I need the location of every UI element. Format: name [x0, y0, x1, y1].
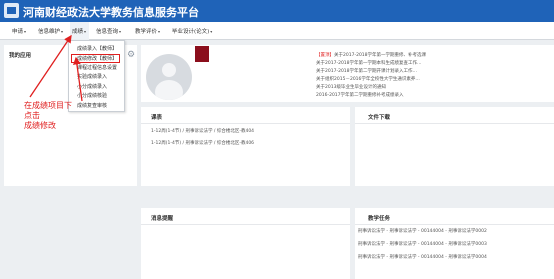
nav-teaching-eval[interactable]: 教学评价▾	[135, 27, 160, 35]
menu-item-grade-modify[interactable]: 成绩修改【教师】	[71, 54, 121, 63]
university-logo-icon	[4, 3, 19, 18]
message-reminder-title: 消息提醒	[151, 216, 174, 222]
nav-info-query[interactable]: 信息查询▾	[96, 27, 121, 35]
course-schedule-title: 课表	[151, 115, 163, 121]
news-item[interactable]: 关于2017-2018学年第一学期本科生成绩复查工作…	[316, 60, 422, 66]
chevron-down-icon: ▾	[119, 29, 122, 34]
news-text: 关于2013级毕业生毕业设计的通知	[316, 85, 386, 90]
news-item[interactable]: 2016-2017学年第二学期重修补考成绩录入	[316, 92, 404, 98]
news-item[interactable]: 关于2013级毕业生毕业设计的通知	[316, 84, 386, 90]
gear-icon[interactable]: ⚙	[127, 51, 136, 60]
news-item[interactable]: 【置顶】关于2017-2018学年第一学期重修、补考选课	[316, 52, 426, 58]
menu-item-sub-score-verify[interactable]: 小分成绩核验	[77, 92, 107, 99]
grades-dropdown-menu: 成绩录入【教师】 成绩修改【教师】 课程过程信息设置 实验成绩录入 小分成绩录入…	[68, 40, 125, 112]
teaching-task-title: 教学任务	[368, 216, 391, 222]
nav-grades[interactable]: 成绩▾	[70, 22, 90, 40]
file-download-title: 文件下载	[368, 115, 391, 121]
menu-item-course-process-settings[interactable]: 课程过程信息设置	[77, 64, 117, 71]
file-download-panel: 文件下载	[355, 107, 554, 186]
news-text: 2016-2017学年第二学期重修补考成绩录入	[316, 93, 404, 98]
course-schedule-panel: 课表	[141, 107, 350, 186]
my-apps-title: 我的应用	[9, 53, 32, 59]
chevron-down-icon: ▾	[84, 29, 87, 34]
news-text: 关于2017-2018学年第一学期重修、补考选课	[334, 53, 427, 58]
avatar	[146, 54, 192, 100]
annotation-line: 成绩修改	[24, 121, 56, 130]
divider	[141, 224, 350, 225]
nav-teaching-eval-label: 教学评价	[135, 29, 158, 35]
nav-apply-label: 申请	[12, 29, 24, 35]
news-text: 关于2017-2018学年第二学期开课计划录入工作…	[316, 69, 418, 74]
nav-info-query-label: 信息查询	[96, 29, 119, 35]
chevron-down-icon: ▾	[210, 29, 213, 34]
course-item[interactable]: 1-12周(1-4节) / 刑事诉讼法学 / 综合楼北区-教404	[151, 128, 254, 134]
profile-badge	[195, 46, 209, 62]
news-text: 关于组织2015－2016学年全校性大学生通识素养…	[316, 77, 420, 82]
chevron-down-icon: ▾	[158, 29, 161, 34]
task-item[interactable]: 刑事诉讼法学 - 刑事诉讼法学 - 00144004 - 刑事诉讼法学0002	[358, 228, 487, 234]
task-item[interactable]: 刑事诉讼法学 - 刑事诉讼法学 - 00144004 - 刑事诉讼法学0003	[358, 241, 487, 247]
annotation-line: 点击	[24, 111, 40, 120]
nav-apply[interactable]: 申请▾	[12, 27, 26, 35]
menu-item-lab-grade-entry[interactable]: 实验成绩录入	[77, 73, 107, 80]
menu-item-grade-review-approval[interactable]: 成绩复查审核	[77, 102, 107, 109]
nav-grades-label: 成绩	[72, 29, 84, 35]
app-title: 河南财经政法大学教务信息服务平台	[23, 6, 199, 19]
news-item[interactable]: 关于2017-2018学年第二学期开课计划录入工作…	[316, 68, 417, 74]
nav-info-maintain[interactable]: 信息维护▾	[38, 27, 63, 35]
top-header: 河南财经政法大学教务信息服务平台	[0, 0, 554, 22]
course-item[interactable]: 1-12周(1-4节) / 刑事诉讼法学 / 综合楼北区-教406	[151, 140, 254, 146]
news-item[interactable]: 关于组织2015－2016学年全校性大学生通识素养…	[316, 76, 420, 82]
nav-graduation-design-label: 毕业设计(论文)	[172, 29, 210, 35]
divider	[141, 123, 350, 124]
main-navbar: 申请▾ 信息维护▾ 成绩▾ 信息查询▾ 教学评价▾ 毕业设计(论文)▾	[0, 22, 554, 40]
message-reminder-panel: 消息提醒	[141, 208, 350, 279]
menu-item-sub-score-entry[interactable]: 小分成绩录入	[77, 83, 107, 90]
chevron-down-icon: ▾	[61, 29, 64, 34]
task-item[interactable]: 刑事诉讼法学 - 刑事诉讼法学 - 00144004 - 刑事诉讼法学0004	[358, 254, 487, 260]
news-pinned-tag: 【置顶】	[316, 53, 334, 58]
nav-info-maintain-label: 信息维护	[38, 29, 61, 35]
divider	[355, 123, 554, 124]
annotation-line: 在成绩项目下	[24, 101, 72, 110]
menu-item-grade-entry[interactable]: 成绩录入【教师】	[77, 45, 117, 52]
news-text: 关于2017-2018学年第一学期本科生成绩复查工作…	[316, 61, 422, 66]
nav-graduation-design[interactable]: 毕业设计(论文)▾	[172, 27, 212, 35]
chevron-down-icon: ▾	[24, 29, 27, 34]
divider	[355, 224, 554, 225]
